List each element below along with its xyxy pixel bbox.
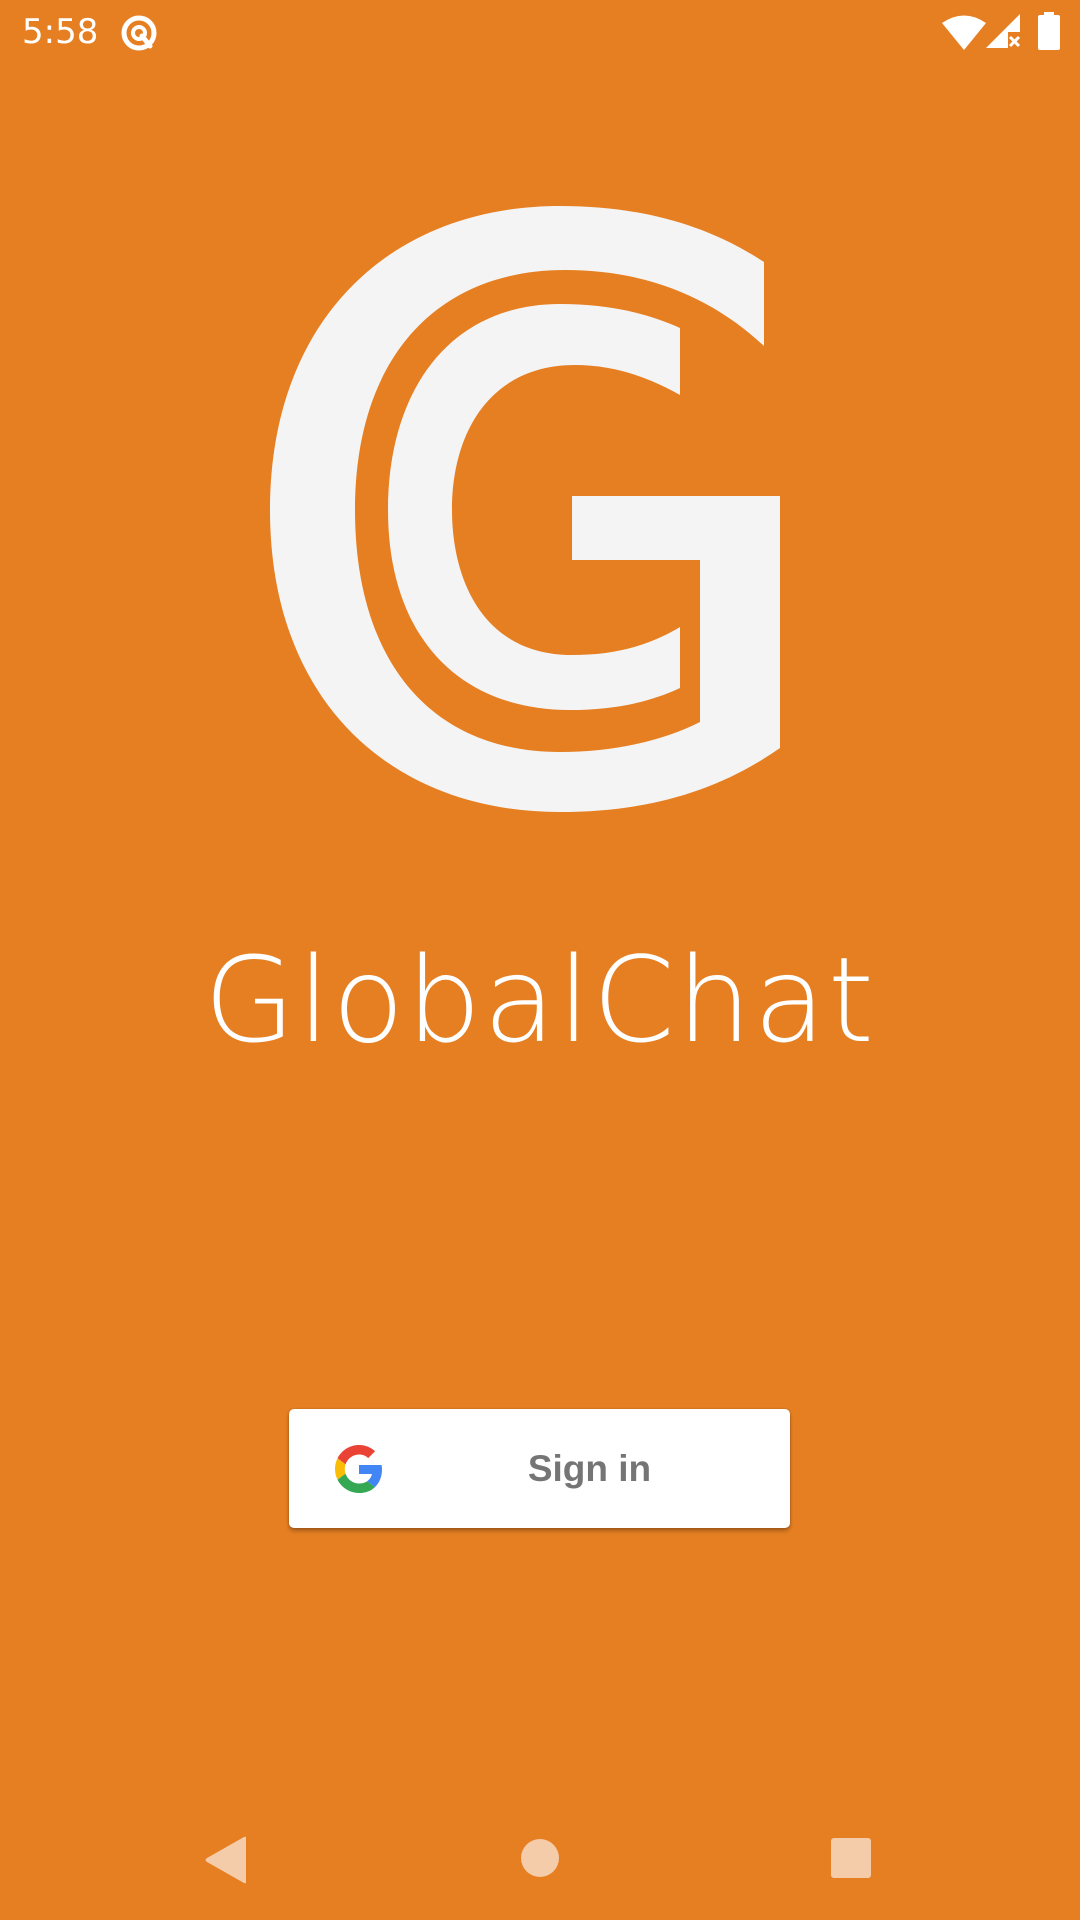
battery-icon [1038, 12, 1060, 50]
navigation-bar [0, 1800, 1080, 1920]
logo-outer-g [270, 206, 780, 812]
google-g-icon [335, 1445, 383, 1493]
back-icon[interactable] [204, 1836, 248, 1884]
status-time: 5:58 [22, 12, 99, 52]
app-name: GlobalChat [203, 931, 877, 1069]
home-icon[interactable] [520, 1838, 560, 1878]
signin-label: Sign in [527, 1448, 652, 1489]
recents-icon[interactable] [830, 1837, 872, 1879]
login-screen: 5:58 GlobalChat Sign in [0, 0, 1080, 1920]
data-saver-icon [118, 12, 160, 54]
google-signin-button[interactable]: Sign in [289, 1409, 790, 1528]
app-logo [260, 200, 800, 820]
status-bar: 5:58 [0, 0, 1080, 64]
cell-signal-no-service-icon [986, 14, 1022, 50]
wifi-icon [942, 14, 986, 50]
